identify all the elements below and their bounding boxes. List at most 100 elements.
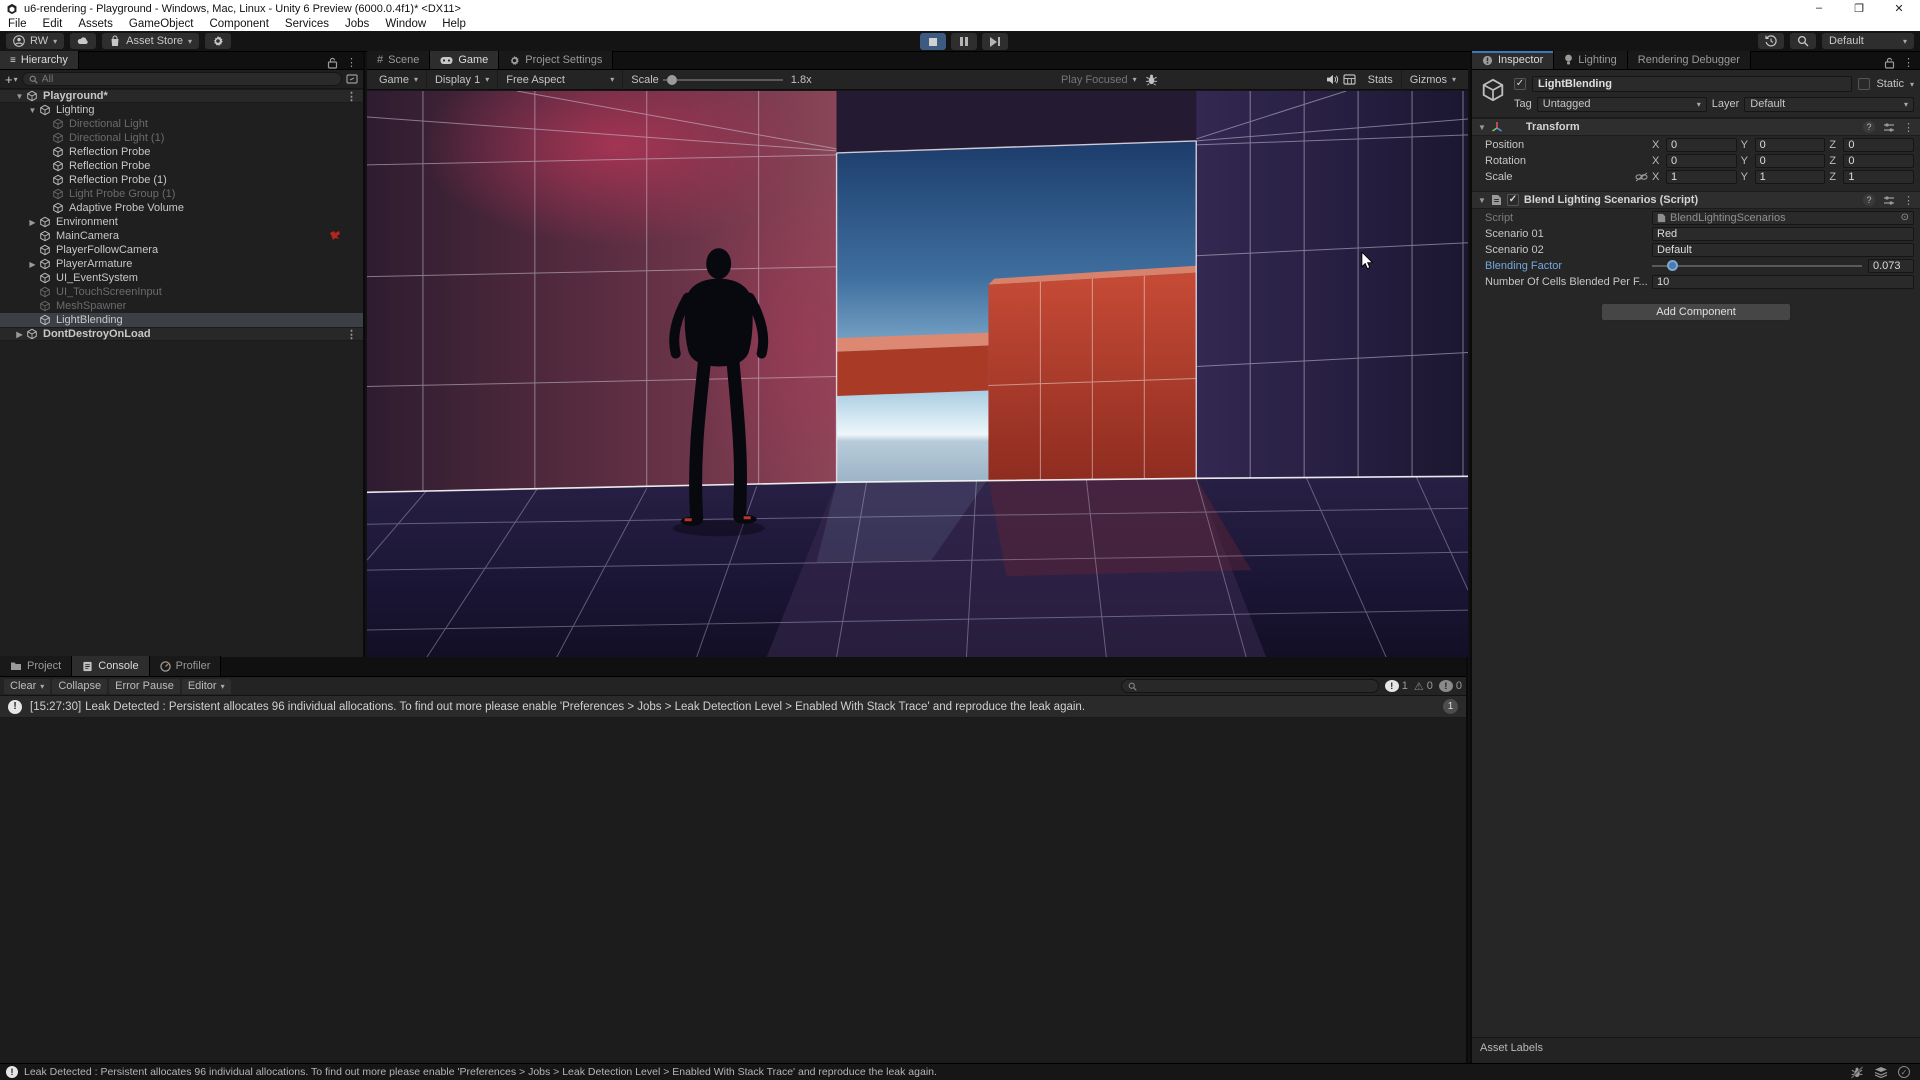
hierarchy-search-input[interactable] — [42, 73, 335, 85]
kebab-menu-icon[interactable]: ⋮ — [1903, 121, 1914, 134]
blending-factor-slider[interactable] — [1652, 265, 1862, 267]
status-bar[interactable]: ! Leak Detected : Persistent allocates 9… — [0, 1063, 1920, 1080]
object-picker-icon[interactable]: ⊙ — [1901, 212, 1909, 223]
hierarchy-row[interactable]: ▶ PlayerArmature ⋮ — [0, 257, 363, 271]
tab-scene[interactable]: # Scene — [367, 51, 430, 69]
hierarchy-row[interactable]: UI_EventSystem ⋮ — [0, 271, 363, 285]
rotation-y-field[interactable]: 0 — [1755, 154, 1826, 168]
foldout-arrow[interactable]: ▶ — [26, 218, 39, 227]
hierarchy-row[interactable]: Light Probe Group (1) ⋮ — [0, 187, 363, 201]
tab-hierarchy[interactable]: ≡ Hierarchy — [0, 51, 79, 69]
hierarchy-row[interactable]: PlayerFollowCamera ⋮ — [0, 243, 363, 257]
undo-history-button[interactable] — [1758, 33, 1784, 49]
maximize-button[interactable]: ❐ — [1852, 2, 1866, 15]
position-x-field[interactable]: 0 — [1666, 138, 1737, 152]
menu-item[interactable]: File — [0, 18, 35, 30]
play-focused-dropdown[interactable]: Play Focused▾ — [1053, 70, 1145, 90]
search-button[interactable] — [1790, 33, 1816, 49]
lock-icon[interactable] — [1884, 57, 1895, 69]
console-log-entry[interactable]: ! [15:27:30] Leak Detected : Persistent … — [0, 696, 1466, 718]
services-button[interactable] — [205, 33, 231, 49]
cloud-button[interactable] — [70, 33, 96, 49]
hierarchy-row[interactable]: LightBlending ⋮ — [0, 313, 363, 327]
scene-picker-icon[interactable] — [346, 73, 358, 85]
tab-project[interactable]: Project — [0, 656, 72, 676]
hierarchy-row[interactable]: MainCamera ⋮ — [0, 229, 363, 243]
scenario01-field[interactable]: Red — [1652, 227, 1914, 241]
hierarchy-row[interactable]: ▶ Environment ⋮ — [0, 215, 363, 229]
hierarchy-row[interactable]: Directional Light ⋮ — [0, 117, 363, 131]
rotation-z-field[interactable]: 0 — [1843, 154, 1914, 168]
gizmos-dropdown[interactable]: Gizmos▾ — [1402, 70, 1464, 90]
foldout-arrow[interactable]: ▶ — [13, 330, 26, 339]
tag-dropdown[interactable]: Untagged▾ — [1537, 97, 1707, 112]
asset-store-button[interactable]: Asset Store▾ — [102, 33, 199, 49]
scale-y-field[interactable]: 1 — [1755, 170, 1826, 184]
kebab-menu-icon[interactable]: ⋮ — [1903, 194, 1914, 207]
kebab-menu-icon[interactable]: ⋮ — [1903, 56, 1914, 69]
scale-slider-handle[interactable] — [667, 75, 677, 85]
script-object-field[interactable]: BlendLightingScenarios ⊙ — [1652, 211, 1914, 225]
warning-count-toggle[interactable]: ⚠ 0 — [1414, 680, 1433, 693]
kebab-menu-icon[interactable]: ⋮ — [346, 90, 357, 103]
collapse-toggle[interactable]: Collapse — [52, 679, 107, 694]
menu-item[interactable]: Help — [434, 18, 474, 30]
menu-item[interactable]: Assets — [70, 18, 121, 30]
rotation-x-field[interactable]: 0 — [1666, 154, 1737, 168]
play-stop-button[interactable] — [920, 33, 946, 50]
active-checkbox[interactable]: ✓ — [1514, 78, 1526, 90]
tab-rendering-debugger[interactable]: Rendering Debugger — [1628, 51, 1751, 69]
layout-dropdown[interactable]: Default▾ — [1822, 33, 1914, 49]
add-component-button[interactable]: Add Component — [1601, 303, 1791, 321]
scale-slider[interactable] — [663, 79, 783, 81]
layer-dropdown[interactable]: Default▾ — [1744, 97, 1914, 112]
menu-item[interactable]: Jobs — [337, 18, 377, 30]
game-viewport[interactable] — [367, 91, 1468, 657]
stats-toggle[interactable]: Stats — [1360, 70, 1402, 90]
foldout-arrow[interactable]: ▶ — [26, 260, 39, 269]
tab-console[interactable]: Console — [72, 656, 149, 676]
kebab-menu-icon[interactable]: ⋮ — [346, 56, 357, 69]
presets-icon[interactable] — [1883, 195, 1895, 206]
cache-layers-icon[interactable] — [1874, 1066, 1888, 1078]
account-button[interactable]: RW▾ — [6, 33, 64, 49]
clear-button[interactable]: Clear▾ — [4, 679, 50, 694]
help-icon[interactable]: ? — [1863, 194, 1875, 206]
menu-item[interactable]: Services — [277, 18, 337, 30]
component-enabled-checkbox[interactable]: ✓ — [1507, 194, 1519, 206]
kebab-menu-icon[interactable]: ⋮ — [346, 328, 357, 341]
link-scale-icon[interactable] — [1635, 172, 1648, 182]
menu-item[interactable]: GameObject — [121, 18, 202, 30]
tab-lighting[interactable]: Lighting — [1554, 51, 1628, 69]
mute-audio-icon[interactable] — [1326, 74, 1339, 85]
transform-section-header[interactable]: ▼ Transform ? ⋮ — [1472, 118, 1920, 136]
editor-dropdown[interactable]: Editor▾ — [182, 679, 231, 694]
hierarchy-row[interactable]: Directional Light (1) ⋮ — [0, 131, 363, 145]
console-search-box[interactable] — [1121, 679, 1379, 693]
hierarchy-row[interactable]: UI_TouchScreenInput ⋮ — [0, 285, 363, 299]
pause-button[interactable] — [951, 33, 977, 50]
scale-z-field[interactable]: 1 — [1843, 170, 1914, 184]
foldout-arrow[interactable]: ▼ — [26, 106, 39, 115]
progress-check-icon[interactable]: ✓ — [1898, 1066, 1910, 1078]
lock-icon[interactable] — [327, 57, 338, 69]
debugger-disabled-icon[interactable] — [1850, 1066, 1864, 1079]
tab-profiler[interactable]: Profiler — [150, 656, 222, 676]
object-name-field[interactable]: LightBlending — [1532, 76, 1852, 92]
aspect-dropdown[interactable]: Free Aspect▾ — [498, 70, 623, 90]
error-pause-toggle[interactable]: Error Pause — [109, 679, 180, 694]
menu-item[interactable]: Window — [377, 18, 434, 30]
presets-icon[interactable] — [1883, 122, 1895, 133]
display-dropdown[interactable]: Display 1▾ — [427, 70, 498, 90]
scenario02-field[interactable]: Default — [1652, 243, 1914, 257]
position-z-field[interactable]: 0 — [1843, 138, 1914, 152]
hierarchy-row[interactable]: Reflection Probe ⋮ — [0, 145, 363, 159]
tab-game[interactable]: Game — [430, 51, 499, 69]
close-button[interactable]: ✕ — [1892, 2, 1906, 15]
hierarchy-row[interactable]: Adaptive Probe Volume ⋮ — [0, 201, 363, 215]
console-search-input[interactable] — [1141, 680, 1372, 692]
position-y-field[interactable]: 0 — [1755, 138, 1826, 152]
foldout-arrow[interactable]: ▼ — [13, 92, 26, 101]
step-button[interactable] — [982, 33, 1008, 50]
menu-item[interactable]: Edit — [35, 18, 71, 30]
